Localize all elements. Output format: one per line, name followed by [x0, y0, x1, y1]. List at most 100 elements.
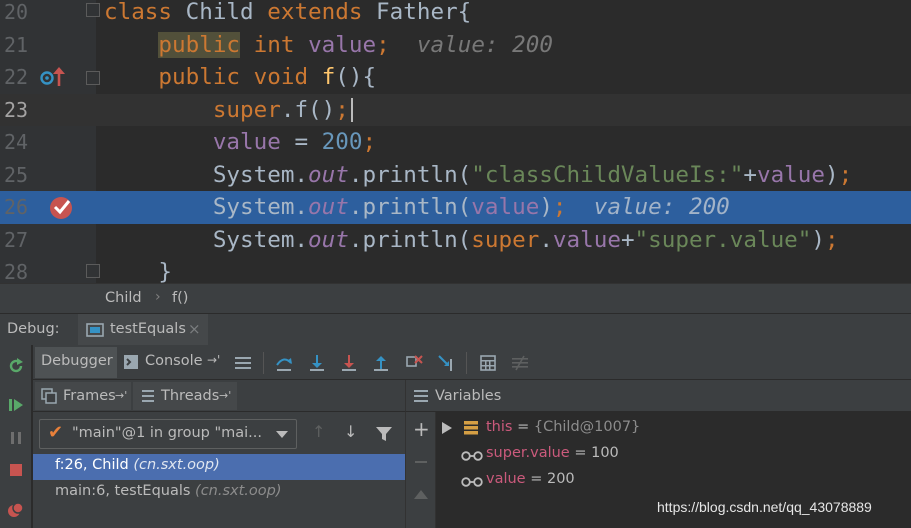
line-number: 25 [4, 162, 29, 187]
session-config-icon [86, 323, 104, 337]
next-frame-icon[interactable]: ↓ [344, 422, 357, 441]
move-up-icon[interactable] [414, 490, 428, 499]
breadcrumb-class[interactable]: Child [105, 290, 142, 306]
frame-label: f:26, Child (cn.sxt.oop) [55, 457, 220, 473]
variable-label: super.value = 100 [486, 445, 619, 461]
check-icon: ✔ [48, 422, 64, 443]
tab-frames[interactable]: Frames →' [35, 382, 131, 410]
force-step-into-icon[interactable] [339, 353, 359, 373]
previous-frame-icon[interactable]: ↑ [312, 422, 325, 441]
debugger-toolbar: Debugger Console →' [33, 345, 911, 380]
step-into-icon[interactable] [307, 353, 327, 373]
watch-glasses-icon [461, 451, 483, 461]
breadcrumb-separator-icon: › [155, 289, 161, 305]
pin-tab-icon[interactable]: →' [219, 389, 231, 402]
code-text: } [104, 259, 173, 283]
list-item[interactable]: main:6, testEquals (cn.sxt.oop) [33, 480, 405, 506]
line-number: 24 [4, 130, 29, 154]
code-text: super.f(); [104, 94, 353, 126]
drop-frame-icon[interactable] [404, 353, 424, 373]
frames-icon [41, 388, 57, 404]
evaluate-expression-icon[interactable] [478, 353, 498, 373]
frames-panel: ✔ "main"@1 in group "mai... ↑ ↓ f:26, Ch… [33, 412, 405, 528]
line-number: 21 [4, 32, 29, 57]
step-over-icon[interactable] [274, 353, 294, 373]
variable-row[interactable]: this = {Child@1007} [436, 416, 911, 442]
tab-debugger-label: Debugger [41, 353, 113, 369]
line-number: 27 [4, 227, 29, 252]
code-line-22[interactable]: 22 public void f(){ [0, 61, 911, 94]
code-line-21[interactable]: 21 public int value; value: 200 [0, 29, 911, 62]
fold-marker-icon[interactable] [86, 71, 100, 85]
threads-icon [142, 390, 154, 402]
line-number: 22 [4, 65, 29, 89]
tab-debugger[interactable]: Debugger [35, 347, 117, 378]
new-watch-icon[interactable]: + [413, 419, 430, 439]
pin-tab-icon[interactable]: →' [207, 353, 220, 367]
thread-select[interactable]: ✔ "main"@1 in group "mai... [39, 419, 297, 449]
code-text: value = 200; [212, 129, 377, 155]
resume-program-icon[interactable] [7, 396, 25, 414]
inline-value-hint: value: 200 [593, 194, 730, 220]
breakpoint-reached-icon[interactable] [48, 194, 76, 220]
filter-icon[interactable] [376, 427, 392, 441]
code-text: System.out.println(value); value: 200 [104, 194, 730, 220]
variable-row[interactable]: value = 200 [436, 468, 911, 494]
code-line-25[interactable]: 25 System.out.println("classChildValueIs… [0, 159, 911, 192]
list-item[interactable]: f:26, Child (cn.sxt.oop) [33, 454, 405, 480]
rerun-icon[interactable] [7, 357, 25, 375]
step-out-icon[interactable] [371, 353, 391, 373]
variable-label: this = {Child@1007} [486, 419, 641, 435]
close-icon[interactable]: × [188, 320, 201, 338]
pin-tab-icon[interactable]: →' [115, 389, 127, 402]
view-breakpoints-icon[interactable] [7, 501, 25, 519]
pause-program-icon[interactable] [7, 429, 25, 447]
fold-marker-icon[interactable] [86, 3, 100, 17]
tab-threads[interactable]: Threads →' [133, 382, 237, 410]
code-text: public int value; value: 200 [158, 31, 553, 58]
code-line-26[interactable]: 26 System.out.println(value); value: 200 [0, 191, 911, 224]
code-text: System.out.println(super.value+"super.va… [104, 226, 839, 253]
breadcrumb-method[interactable]: f() [172, 290, 188, 306]
debug-window-header: Debug: testEquals × [0, 313, 911, 346]
watch-glasses-icon [461, 477, 483, 487]
expand-arrow-icon[interactable] [442, 422, 452, 434]
run-to-cursor-icon[interactable] [436, 353, 456, 373]
code-line-24[interactable]: 24 value = 200; [0, 126, 911, 159]
inline-value-hint: value: 200 [416, 31, 553, 58]
code-line-20[interactable]: 20 class Child extends Father{ [0, 0, 911, 29]
line-number: 28 [4, 260, 29, 283]
variables-title: Variables [435, 388, 502, 404]
show-execution-point-icon[interactable] [233, 353, 253, 373]
variable-row[interactable]: super.value = 100 [436, 442, 911, 468]
chevron-down-icon [276, 431, 288, 438]
variables-header: Variables [405, 380, 911, 412]
session-tab-label: testEquals [110, 321, 186, 337]
code-line-28[interactable]: 28 } [0, 256, 911, 283]
toolbar-separator [263, 352, 264, 374]
breadcrumb: Child › f() [0, 283, 911, 313]
tab-frames-label: Frames [63, 388, 116, 404]
stop-icon[interactable] [7, 461, 25, 479]
console-icon [124, 355, 138, 369]
remove-watch-icon[interactable] [415, 461, 427, 463]
code-editor[interactable]: 20 class Child extends Father{ 21 public… [0, 0, 911, 283]
frame-label: main:6, testEquals (cn.sxt.oop) [55, 483, 282, 499]
object-icon [464, 421, 478, 435]
code-line-27[interactable]: 27 System.out.println(super.value+"super… [0, 224, 911, 257]
code-line-23[interactable]: 23 super.f(); [0, 93, 911, 126]
fold-marker-icon[interactable] [86, 264, 100, 278]
debug-session-tab[interactable]: testEquals × [78, 314, 208, 346]
trace-stream-icon[interactable] [510, 353, 530, 373]
frames-threads-header: Frames →' Threads →' [33, 380, 405, 412]
toolbar-separator [466, 352, 467, 374]
tab-threads-label: Threads [161, 388, 220, 404]
code-text: System.out.println("classChildValueIs:"+… [104, 161, 853, 188]
overrides-method-icon[interactable] [40, 66, 68, 88]
tab-console[interactable]: Console [145, 353, 203, 369]
code-text: class Child extends Father{ [104, 0, 472, 25]
debug-label: Debug: [7, 321, 60, 337]
text-caret [350, 98, 353, 122]
variables-icon [414, 390, 428, 402]
variable-label: value = 200 [486, 471, 575, 487]
